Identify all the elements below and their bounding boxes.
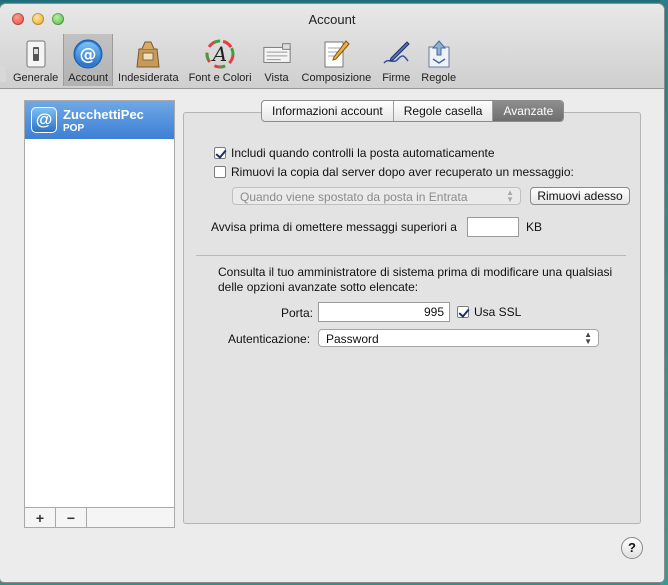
warn-size-input[interactable] — [467, 217, 519, 237]
warn-size-label: Avvisa prima di omettere messaggi superi… — [211, 220, 457, 234]
ssl-label[interactable]: Usa SSL — [474, 305, 521, 319]
auth-label: Autenticazione: — [228, 332, 311, 346]
admin-note-line2: delle opzioni avanzate sotto elencate: — [218, 280, 419, 294]
compose-pencil-icon — [321, 39, 351, 69]
remove-copy-row: Rimuovi la copia dal server dopo aver re… — [214, 165, 574, 179]
ssl-checkbox[interactable] — [457, 306, 469, 318]
account-name: ZucchettiPec — [63, 107, 144, 122]
account-list-footer: + − — [25, 507, 174, 527]
remove-account-button[interactable]: − — [56, 508, 87, 527]
section-divider — [196, 255, 626, 256]
remove-now-button[interactable]: Rimuovi adesso — [530, 187, 630, 205]
toolbar-label: Vista — [264, 72, 289, 84]
remove-when-value: Quando viene spostato da posta in Entrat… — [240, 190, 468, 204]
toolbar-label: Composizione — [301, 72, 372, 84]
tab-avanzate[interactable]: Avanzate — [493, 101, 564, 121]
toolbar-label: Indesiderata — [118, 72, 179, 84]
toolbar: Generale @ Account Indesiderata A Font e… — [8, 34, 461, 86]
remove-copy-label[interactable]: Rimuovi la copia dal server dopo aver re… — [231, 165, 574, 179]
select-arrows-icon: ▲ ▼ — [506, 188, 514, 204]
toolbar-account[interactable]: @ Account — [63, 34, 114, 86]
svg-text:A: A — [211, 42, 227, 66]
warn-size-unit: KB — [526, 220, 543, 234]
toolbar-label: Generale — [13, 72, 59, 84]
tab-bar: Informazioni account Regole casella Avan… — [261, 100, 565, 122]
toolbar-indesiderata[interactable]: Indesiderata — [113, 34, 184, 86]
include-auto-check-label[interactable]: Includi quando controlli la posta automa… — [231, 146, 495, 160]
auth-select[interactable]: Password ▲ ▼ — [318, 329, 599, 347]
remove-when-select[interactable]: Quando viene spostato da posta in Entrat… — [232, 187, 521, 205]
at-sign-icon: @ — [31, 107, 57, 133]
help-button[interactable]: ? — [621, 537, 643, 559]
toolbar-vista[interactable]: Vista — [257, 34, 297, 86]
toolbar-firme[interactable]: Firme — [376, 34, 416, 86]
auth-value: Password — [326, 332, 379, 346]
toolbar-label: Account — [68, 72, 109, 84]
toolbar-font-colori[interactable]: A Font e Colori — [184, 34, 257, 86]
at-sign-icon: @ — [73, 39, 103, 69]
account-list: @ ZucchettiPec POP + − — [24, 100, 175, 528]
ssl-row: Usa SSL — [457, 305, 521, 319]
include-auto-check-row: Includi quando controlli la posta automa… — [214, 146, 495, 160]
port-input[interactable]: 995 — [318, 302, 450, 322]
toolbar-label: Font e Colori — [188, 72, 252, 84]
tab-regole-casella[interactable]: Regole casella — [394, 101, 494, 121]
toolbar-regole[interactable]: Regole — [416, 34, 461, 86]
svg-text:@: @ — [80, 45, 97, 65]
admin-note-line1: Consulta il tuo amministratore di sistem… — [218, 265, 613, 279]
add-account-button[interactable]: + — [25, 508, 56, 527]
window-edge — [0, 66, 6, 82]
tab-informazioni-account[interactable]: Informazioni account — [262, 101, 394, 121]
toolbar-generale[interactable]: Generale — [8, 34, 63, 86]
select-arrows-icon: ▲ ▼ — [584, 330, 592, 346]
font-colors-icon: A — [205, 39, 235, 69]
include-auto-check-checkbox[interactable] — [214, 147, 226, 159]
rules-icon — [424, 39, 454, 69]
switch-icon — [21, 39, 51, 69]
toolbar-label: Firme — [382, 72, 411, 84]
toolbar-label: Regole — [421, 72, 457, 84]
window-title: Account — [308, 12, 356, 27]
junk-bag-icon — [133, 39, 163, 69]
remove-copy-checkbox[interactable] — [214, 166, 226, 178]
titlebar: Account Generale @ Account Indesiderata — [0, 4, 664, 89]
view-icon — [262, 39, 292, 69]
toolbar-composizione[interactable]: Composizione — [297, 34, 377, 86]
account-item[interactable]: @ ZucchettiPec POP — [25, 101, 174, 139]
account-type: POP — [63, 123, 85, 134]
port-label: Porta: — [281, 306, 314, 320]
signature-pen-icon — [381, 39, 411, 69]
